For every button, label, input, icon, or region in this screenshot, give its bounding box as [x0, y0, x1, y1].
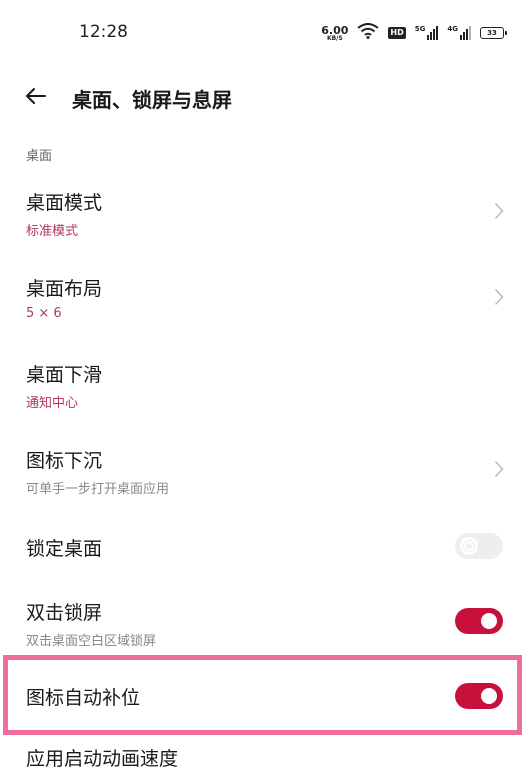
status-time: 12:28 [79, 22, 128, 42]
chevron-right-icon [494, 288, 504, 306]
chevron-right-icon [494, 202, 504, 220]
setting-title: 应用启动动画速度 [26, 748, 179, 770]
setting-description: 双击桌面空白区域锁屏 [26, 634, 157, 649]
setting-title: 桌面下滑 [26, 364, 103, 386]
page-title: 桌面、锁屏与息屏 [72, 88, 232, 112]
status-bar: 12:28 6.00 KB/S HD 5G 4G 33 [0, 0, 526, 66]
page-header: 桌面、锁屏与息屏 [0, 78, 526, 120]
setting-row-lock-desktop: 锁定桌面 [0, 524, 526, 568]
setting-row-icon-sink[interactable]: 图标下沉 可单手一步打开桌面应用 [0, 438, 526, 498]
setting-row-icon-auto-fill: 图标自动补位 [0, 674, 526, 718]
icon-auto-fill-toggle[interactable] [455, 683, 503, 709]
toggle-knob [481, 688, 497, 704]
setting-row-desktop-swipe-down[interactable]: 桌面下滑 通知中心 [0, 352, 526, 412]
settings-screen: 12:28 6.00 KB/S HD 5G 4G 33 桌面、锁屏与息屏 桌面 … [0, 0, 526, 775]
setting-row-double-tap-lock: 双击锁屏 双击桌面空白区域锁屏 [0, 592, 526, 652]
back-arrow-icon[interactable] [24, 84, 48, 108]
setting-row-app-launch-animation-speed[interactable]: 应用启动动画速度 [0, 744, 526, 775]
setting-row-desktop-layout[interactable]: 桌面布局 5 × 6 [0, 266, 526, 326]
status-icons: 6.00 KB/S HD 5G 4G 33 [321, 23, 507, 43]
setting-title: 图标下沉 [26, 450, 103, 472]
setting-title: 图标自动补位 [26, 687, 141, 709]
sim2-network-label: 4G [447, 25, 458, 33]
toggle-knob [481, 613, 497, 629]
wifi-icon [357, 23, 380, 43]
lock-desktop-toggle[interactable] [455, 533, 503, 559]
setting-title: 锁定桌面 [26, 538, 103, 560]
setting-value: 5 × 6 [26, 306, 62, 321]
sim1-network-label: 5G [414, 25, 426, 33]
battery-icon: 33 [480, 27, 507, 39]
setting-title: 桌面模式 [26, 192, 103, 214]
setting-description: 可单手一步打开桌面应用 [26, 482, 170, 497]
setting-title: 桌面布局 [26, 278, 103, 300]
toggle-knob [461, 538, 477, 554]
signal-icon-sim1: 5G [415, 26, 439, 40]
setting-row-desktop-mode[interactable]: 桌面模式 标准模式 [0, 180, 526, 240]
section-label-desktop: 桌面 [26, 149, 53, 164]
network-speed: 6.00 KB/S [321, 25, 348, 42]
setting-title: 双击锁屏 [26, 602, 103, 624]
double-tap-lock-toggle[interactable] [455, 608, 503, 634]
battery-level: 33 [487, 29, 497, 37]
signal-icon-sim2: 4G [447, 26, 471, 40]
hd-badge: HD [388, 27, 406, 39]
network-speed-unit: KB/S [326, 34, 343, 42]
chevron-right-icon [494, 460, 504, 478]
setting-value: 标准模式 [26, 224, 79, 239]
setting-value: 通知中心 [26, 396, 79, 411]
network-speed-value: 6.00 [321, 23, 349, 37]
